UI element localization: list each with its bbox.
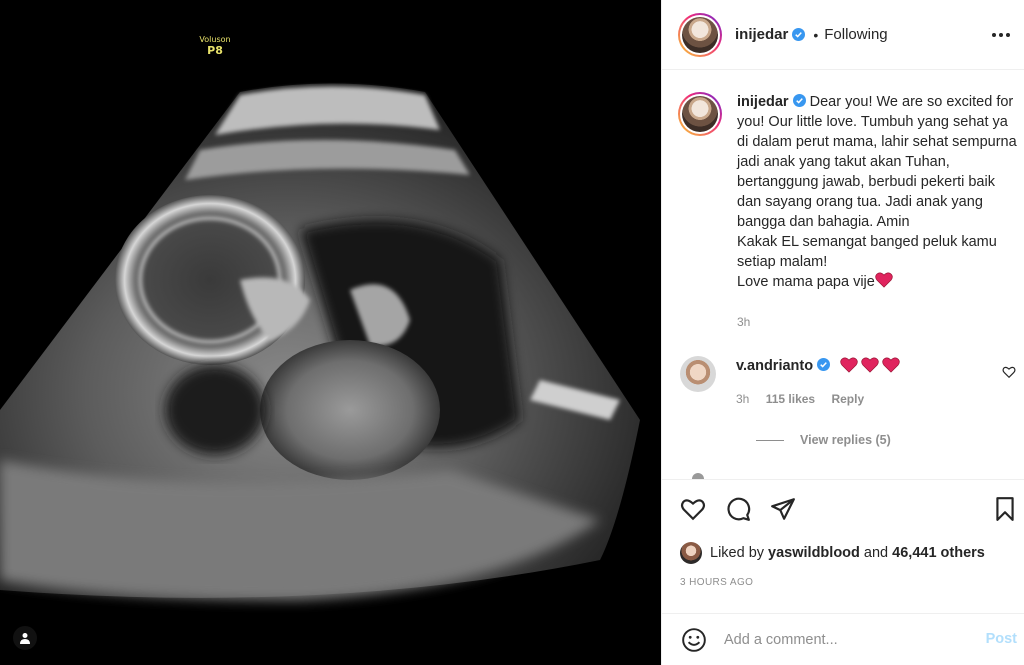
comment-icon[interactable] [725, 496, 751, 522]
heart-emoji-icon [882, 357, 900, 373]
caption-avatar[interactable] [678, 92, 722, 136]
verified-icon [817, 358, 831, 371]
verified-icon [792, 94, 806, 107]
comments-section: inijedar Dear you! We are so excited for… [662, 71, 1024, 479]
post-side-panel: inijedar • Following inijedar Dear you! … [661, 0, 1024, 665]
liker-username[interactable]: yaswildblood [768, 545, 860, 561]
liked-by-prefix: Liked by [710, 545, 765, 561]
caption-time: 3h [737, 315, 751, 329]
comment-time: 3h [736, 392, 750, 406]
person-glyph [20, 633, 30, 644]
commenter-avatar[interactable] [680, 356, 716, 392]
author-avatar[interactable] [678, 12, 722, 57]
heart-outline-icon[interactable] [680, 496, 706, 522]
caption-body: Dear you! We are so excited for you! Our… [737, 94, 1017, 290]
heart-emoji-icon [840, 357, 858, 373]
caption-text-block: inijedar Dear you! We are so excited for… [737, 92, 1017, 292]
following-button[interactable]: Following [824, 26, 887, 43]
more-icon[interactable] [989, 25, 1013, 45]
post-media[interactable]: Voluson P8 [0, 0, 661, 665]
machine-model: P8 [207, 43, 223, 57]
post-header: inijedar • Following [662, 0, 1024, 70]
post-comment-button[interactable]: Post [986, 631, 1017, 647]
comment-hearts [840, 357, 900, 373]
author-username[interactable]: inijedar [735, 26, 788, 43]
replies-divider-line [756, 439, 784, 441]
post-actions-bar [662, 479, 1024, 525]
liker-avatar[interactable] [680, 542, 702, 564]
ultrasound-image [0, 83, 640, 600]
comment-meta: 3h 115 likes Reply [736, 392, 877, 406]
header-separator: • [813, 26, 819, 43]
likes-summary: Liked by yaswildblood and 46,441 others [680, 542, 985, 564]
liked-by-conjunction: and [863, 545, 889, 561]
post-timestamp[interactable]: 3 HOURS AGO [680, 577, 753, 588]
commenter-username[interactable]: v.andrianto [736, 358, 813, 374]
reply-button[interactable]: Reply [831, 392, 864, 406]
comment-input[interactable] [724, 628, 964, 652]
post-caption: inijedar Dear you! We are so excited for… [678, 92, 1018, 292]
add-comment-bar: Post [662, 613, 1024, 665]
heart-emoji-icon [875, 272, 893, 288]
heart-emoji-icon [861, 357, 879, 373]
bookmark-icon[interactable] [992, 496, 1018, 522]
machine-label: Voluson P8 [190, 35, 240, 57]
emoji-icon[interactable] [681, 627, 707, 653]
caption-username[interactable]: inijedar [737, 94, 789, 110]
heart-outline-icon[interactable] [1002, 365, 1016, 379]
likes-others-count[interactable]: 46,441 others [892, 545, 985, 561]
view-replies-label: View replies (5) [800, 433, 891, 447]
verified-icon [792, 28, 806, 41]
comment-likes[interactable]: 115 likes [766, 392, 815, 406]
share-icon[interactable] [770, 496, 796, 522]
user-tag-icon[interactable] [13, 626, 37, 650]
view-replies-button[interactable]: View replies (5) [756, 433, 891, 447]
